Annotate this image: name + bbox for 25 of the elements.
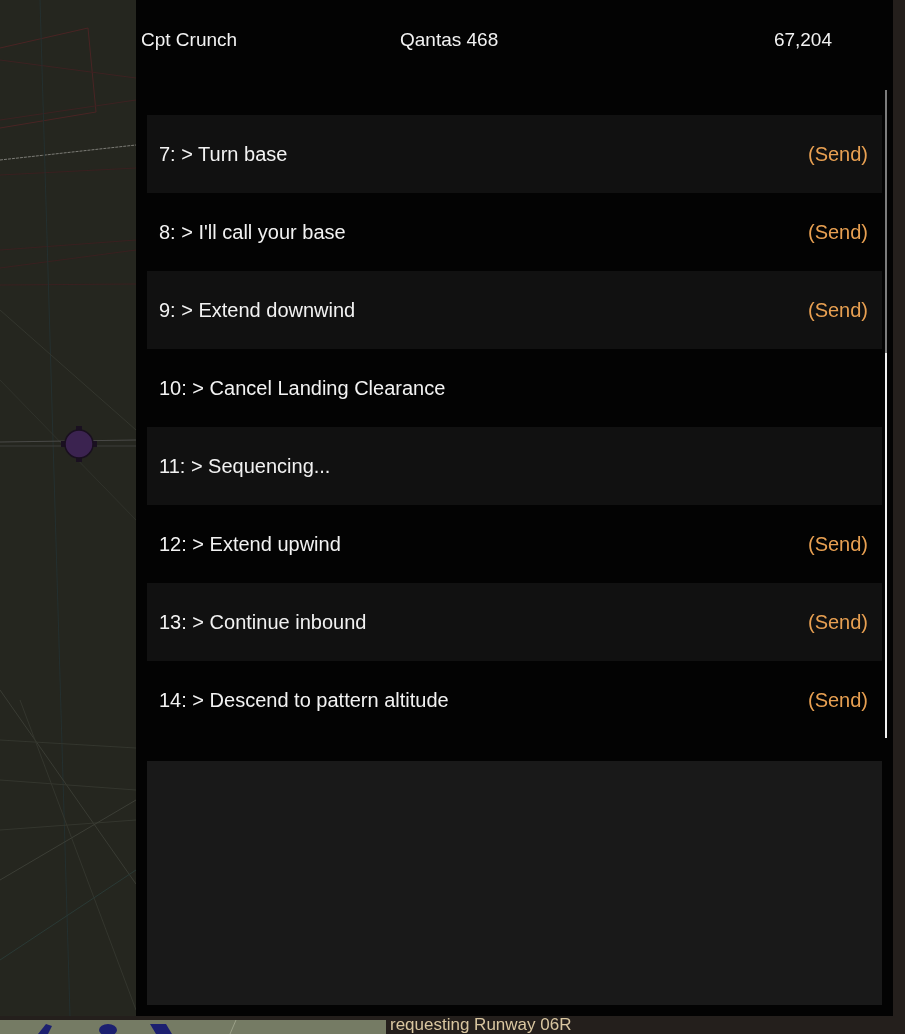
send-link[interactable]: (Send): [807, 688, 868, 712]
send-link[interactable]: (Send): [807, 220, 868, 244]
send-link[interactable]: (Send): [807, 610, 868, 634]
command-row[interactable]: 11: > Sequencing...: [147, 427, 882, 505]
command-label: 12: > Extend upwind: [159, 532, 341, 556]
send-link[interactable]: (Send): [807, 532, 868, 556]
command-label: 8: > I'll call your base: [159, 220, 346, 244]
command-label: 10: > Cancel Landing Clearance: [159, 376, 446, 400]
command-label: 11: > Sequencing...: [159, 454, 331, 478]
pilot-name: Cpt Crunch: [141, 29, 239, 51]
waypoint-icon: [61, 426, 97, 462]
command-row[interactable]: 13: > Continue inbound (Send): [147, 583, 882, 661]
flight-callsign: Qantas 468: [400, 29, 500, 51]
scrollbar-thumb[interactable]: [885, 353, 887, 738]
command-label: 14: > Descend to pattern altitude: [159, 688, 449, 712]
command-row[interactable]: 7: > Turn base (Send): [147, 115, 882, 193]
send-link[interactable]: (Send): [807, 298, 868, 322]
score-value: 67,204: [773, 29, 832, 51]
command-label: 7: > Turn base: [159, 142, 288, 166]
send-link[interactable]: (Send): [807, 142, 868, 166]
caption-text: requesting Runway 06R: [390, 1016, 572, 1034]
scrollbar-track[interactable]: [885, 90, 887, 738]
command-label: 13: > Continue inbound: [159, 610, 367, 634]
command-row[interactable]: 9: > Extend downwind (Send): [147, 271, 882, 349]
command-label: 9: > Extend downwind: [159, 298, 356, 322]
